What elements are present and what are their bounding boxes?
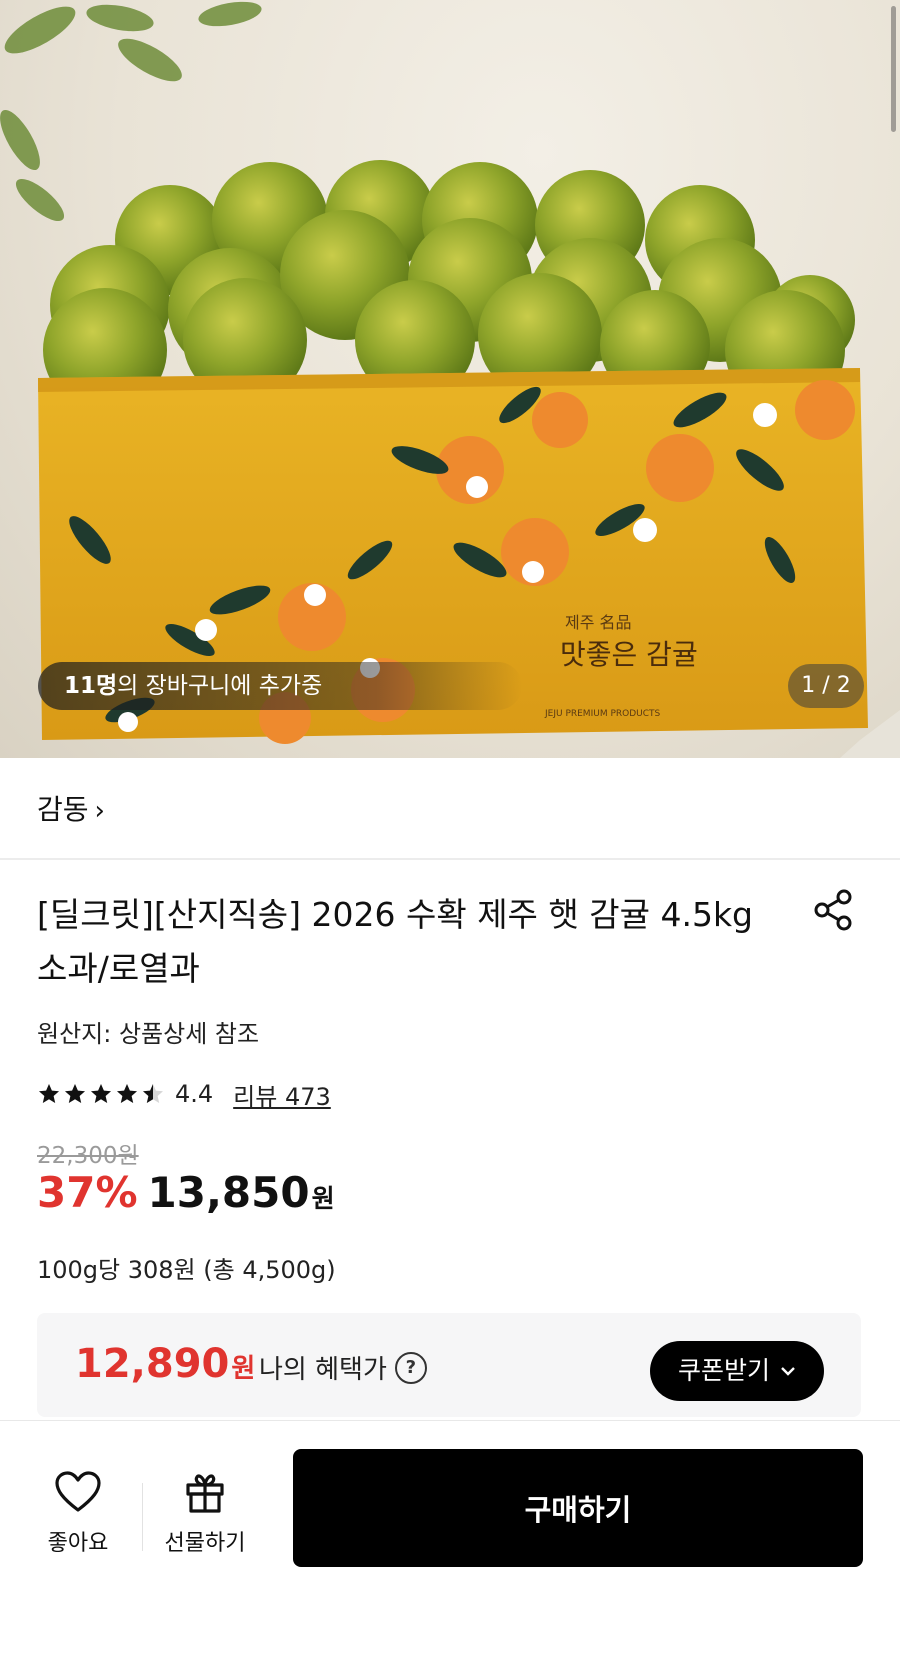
share-button[interactable]: [812, 888, 856, 932]
like-button[interactable]: 좋아요: [36, 1471, 120, 1557]
sale-price: 13,850: [147, 1168, 310, 1217]
chevron-right-icon: ›: [94, 796, 105, 826]
star-icon: [39, 1084, 59, 1103]
benefit-currency: 원: [231, 1354, 256, 1384]
divider: [142, 1483, 143, 1551]
box-big-text: 맛좋은 감귤: [560, 638, 698, 671]
rating-score: 4.4: [175, 1080, 214, 1108]
brand-link[interactable]: 감동 ›: [37, 788, 105, 828]
product-title: [딜크릿][산지직송] 2026 수확 제주 햇 감귤 4.5kg 소과/로열과: [37, 895, 753, 988]
like-label: 좋아요: [47, 1531, 109, 1556]
star-icon: [143, 1084, 163, 1103]
star-icon: [91, 1084, 111, 1103]
discount-rate: 37%: [37, 1168, 138, 1217]
benefit-price-box: 12,890원 나의 혜택가 ? 쿠폰받기: [37, 1313, 861, 1417]
gift-button[interactable]: 선물하기: [156, 1471, 254, 1557]
origin-text: 원산지: 상품상세 참조: [37, 1020, 260, 1048]
unit-price: 100g당 308원 (총 4,500g): [37, 1256, 336, 1284]
box-footer-text: JEJU PREMIUM PRODUCTS: [544, 709, 661, 719]
gift-label: 선물하기: [164, 1531, 246, 1556]
star-icon: [117, 1084, 137, 1103]
star-rating: [37, 1082, 165, 1106]
review-link[interactable]: 리뷰 473: [233, 1077, 331, 1112]
benefit-label-text: 나의 혜택가: [259, 1355, 387, 1385]
question-circle-icon[interactable]: ?: [394, 1351, 427, 1384]
rating-row: 4.4 리뷰 473: [37, 1076, 331, 1112]
heart-icon: [55, 1471, 101, 1512]
cart-count: 11명: [64, 673, 118, 699]
coupon-button-label: 쿠폰받기: [677, 1357, 770, 1385]
benefit-price: 12,890원: [75, 1341, 255, 1387]
image-page-indicator: 1 / 2: [788, 664, 864, 708]
box-small-text: 제주 名品: [565, 613, 632, 632]
product-image[interactable]: 제주 名品 맛좋은 감귤 JEJU PREMIUM PRODUCTS 11명의 …: [0, 0, 900, 758]
star-icon: [65, 1084, 85, 1103]
brand-row[interactable]: 감동 ›: [0, 758, 900, 860]
brand-name: 감동: [37, 793, 89, 826]
buy-button[interactable]: 구매하기: [293, 1449, 863, 1567]
share-icon: [814, 889, 852, 931]
chevron-down-icon: [781, 1367, 795, 1376]
cart-text: 의 장바구니에 추가중: [117, 673, 323, 699]
gift-icon: [186, 1474, 224, 1513]
benefit-price-value: 12,890: [75, 1341, 230, 1387]
benefit-label: 나의 혜택가 ?: [259, 1349, 427, 1386]
original-price: 22,300원: [37, 1143, 139, 1169]
cart-activity-badge: 11명의 장바구니에 추가중: [38, 662, 523, 710]
bottom-action-bar: 좋아요 선물하기 구매하기: [0, 1420, 900, 1673]
scrollbar[interactable]: [891, 6, 896, 132]
price-currency: 원: [311, 1184, 335, 1213]
coupon-button[interactable]: 쿠폰받기: [649, 1341, 824, 1401]
tangerine-box-illustration: 제주 名品 맛좋은 감귤 JEJU PREMIUM PRODUCTS: [0, 1, 900, 758]
price-row: 37% 13,850 원: [37, 1168, 335, 1232]
